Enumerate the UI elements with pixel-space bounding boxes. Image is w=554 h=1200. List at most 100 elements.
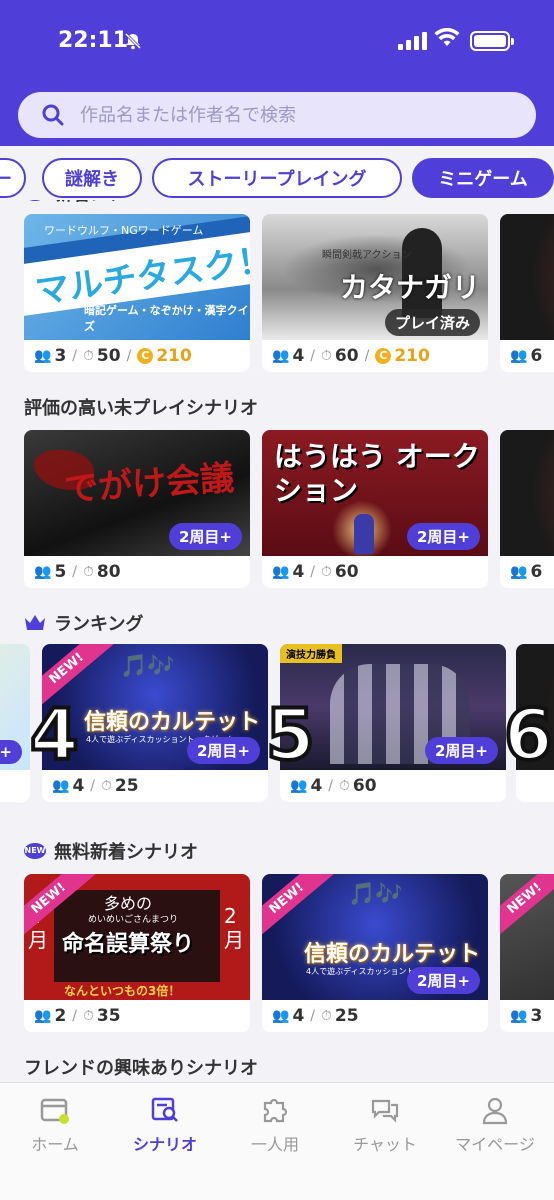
minutes: 25	[114, 776, 139, 796]
players-count: 4	[292, 1006, 305, 1026]
chip-minigame[interactable]: ミニゲーム	[412, 158, 554, 198]
price: 210	[394, 346, 430, 366]
minutes: 80	[96, 562, 121, 582]
players-count: 3	[54, 346, 67, 366]
players-count: 6	[530, 562, 543, 582]
rank-number: 4	[28, 692, 81, 778]
players-icon: 👥	[34, 564, 52, 580]
cellular-signal-icon	[398, 32, 427, 50]
carousel-ranking[interactable]: + 🎵🎶 信頼のカルテット 4人で遊ぶディスカッショントークゲーム NEW! 2…	[0, 644, 554, 804]
players-count: 4	[310, 776, 323, 796]
replay-badge: 2周目+	[406, 523, 480, 550]
minutes: 60	[352, 776, 377, 796]
coin-icon: C	[375, 348, 392, 364]
card-meta: 👥 3	[510, 1006, 542, 1026]
players-count: 4	[292, 346, 305, 366]
timer-icon: ⏱	[101, 778, 112, 794]
players-icon: 👥	[272, 564, 290, 580]
card-meta: 👥 3/ ⏱ 50/ C 210	[34, 346, 192, 366]
tab-label: ホーム	[31, 1135, 79, 1154]
card-meta: 👥 4/ ⏱ 25	[52, 776, 139, 796]
tab-solo[interactable]: 一人用	[220, 1095, 330, 1155]
card-thumbnail: ワードウルフ・NGワードゲーム マルチタスク！ 暗記ゲーム・なぞかけ・漢字クイズ	[24, 214, 250, 340]
card-bottom-text: なんといつもの3倍！	[64, 984, 181, 998]
tab-label: 一人用	[250, 1135, 299, 1154]
section-title-text: 評価の高い未プレイシナリオ	[24, 398, 258, 419]
timer-icon: ⏱	[83, 348, 94, 364]
crown-icon	[25, 615, 45, 630]
rank-number: 6	[502, 692, 554, 778]
category-chips: ー 謎解き ストーリープレイング ミニゲーム	[0, 156, 554, 200]
carousel-top-rated[interactable]: でがけ会議 2周目+ 👥 5/ ⏱ 80 はうはう オークション 2周目+ 👥 4/ …	[0, 430, 554, 590]
search-bar[interactable]	[18, 92, 536, 138]
players-count: 4	[292, 562, 305, 582]
scenario-search-icon	[151, 1097, 178, 1122]
scenario-card[interactable]: ワードウルフ・NGワードゲーム マルチタスク！ 暗記ゲーム・なぞかけ・漢字クイズ…	[24, 214, 250, 372]
tab-label: チャット	[353, 1135, 417, 1154]
timer-icon: ⏱	[321, 564, 332, 580]
wifi-icon	[434, 27, 460, 52]
scenario-card[interactable]: 👥 6	[500, 430, 554, 588]
tab-label: マイページ	[455, 1135, 535, 1154]
timer-icon: ⏱	[321, 1008, 332, 1024]
card-meta: 👥 4/ ⏱ 60/ C 210	[272, 346, 430, 366]
scenario-card[interactable]: でがけ会議 2周目+ 👥 5/ ⏱ 80	[24, 430, 250, 588]
chat-icon	[371, 1099, 399, 1123]
search-input[interactable]	[80, 104, 500, 126]
scenario-card[interactable]: NEW! 👥 3	[500, 874, 554, 1032]
card-meta: 👥 2/ ⏱ 35	[34, 1006, 121, 1026]
players-count: 4	[72, 776, 85, 796]
minutes: 60	[334, 562, 359, 582]
card-title: でがけ会議	[63, 458, 236, 510]
card-title: カタナガリ	[340, 271, 481, 304]
minutes: 35	[96, 1006, 121, 1026]
card-small-text: めいめいごさんまつり	[88, 915, 179, 925]
replay-badge: 2周目+	[168, 523, 242, 550]
music-notes-icon: 🎵🎶	[120, 654, 175, 679]
chip-nazotoki[interactable]: 謎解き	[42, 158, 142, 198]
section-title-text: フレンドの興味ありシナリオ	[24, 1058, 258, 1079]
tab-mypage[interactable]: マイページ	[440, 1095, 550, 1155]
scenario-card[interactable]: 多めの めいめいごさんまつり 命名誤算祭り 1月 2月 なんといつもの3倍！ N…	[24, 874, 250, 1032]
scenario-card[interactable]: はうはう オークション 2周目+ 👥 4/ ⏱ 60	[262, 430, 488, 588]
players-icon: 👥	[34, 1008, 52, 1024]
card-thumbnail	[500, 430, 554, 556]
section-title-free-new: NEW 無料新着シナリオ	[24, 838, 198, 864]
scenario-card[interactable]: 🎵🎶 信頼のカルテット 4人で遊ぶディスカッショントークゲーム NEW! 2周目…	[262, 874, 488, 1032]
card-thumbnail	[500, 214, 554, 340]
card-meta: 👥 6	[510, 346, 542, 366]
tab-chat[interactable]: チャット	[330, 1095, 440, 1155]
carousel-free-new[interactable]: 多めの めいめいごさんまつり 命名誤算祭り 1月 2月 なんといつもの3倍！ N…	[0, 874, 554, 1034]
minutes: 25	[334, 1006, 359, 1026]
calendar-icon	[40, 1098, 69, 1124]
card-meta: 👥 4/ ⏱ 60	[290, 776, 377, 796]
replay-badge: 2周目+	[424, 737, 498, 764]
replay-badge: 2周目+	[406, 967, 480, 994]
timer-icon: ⏱	[339, 778, 350, 794]
players-icon: 👥	[272, 348, 290, 364]
players-icon: 👥	[510, 564, 528, 580]
card-subtitle: 暗記ゲーム・なぞかけ・漢字クイズ	[84, 304, 249, 333]
card-meta: 👥 4/ ⏱ 60	[272, 562, 359, 582]
section-title-ranking: ランキング	[24, 610, 143, 636]
scenario-card[interactable]: 👥 6	[500, 214, 554, 372]
timer-icon: ⏱	[321, 348, 332, 364]
replay-badge: 2周目+	[186, 737, 260, 764]
tab-home[interactable]: ホーム	[0, 1095, 110, 1155]
chip-story-playing[interactable]: ストーリープレイング	[152, 158, 402, 198]
card-meta: 👥 5/ ⏱ 80	[34, 562, 121, 582]
section-title-text: 無料新着シナリオ	[54, 842, 198, 863]
section-title-friend-interest: フレンドの興味ありシナリオ	[24, 1054, 258, 1080]
tab-scenario[interactable]: シナリオ	[110, 1095, 220, 1155]
tab-bar: ホーム シナリオ 一人用 チャット マイページ	[0, 1082, 554, 1200]
card-meta: 👥 4/ ⏱ 25	[272, 1006, 359, 1026]
played-badge: プレイ済み	[384, 309, 480, 336]
timer-icon: ⏱	[83, 1008, 94, 1024]
status-time: 22:11	[58, 28, 129, 53]
scenario-card[interactable]: 瞬間剣戟アクション カタナガリ プレイ済み 👥 4/ ⏱ 60/ C 210	[262, 214, 488, 372]
rank-number: 5	[264, 692, 317, 778]
players-count: 6	[530, 346, 543, 366]
chip-partial[interactable]: ー	[0, 158, 26, 198]
carousel-new[interactable]: ワードウルフ・NGワードゲーム マルチタスク！ 暗記ゲーム・なぞかけ・漢字クイズ…	[0, 214, 554, 374]
ranking-card[interactable]: +	[0, 644, 30, 802]
